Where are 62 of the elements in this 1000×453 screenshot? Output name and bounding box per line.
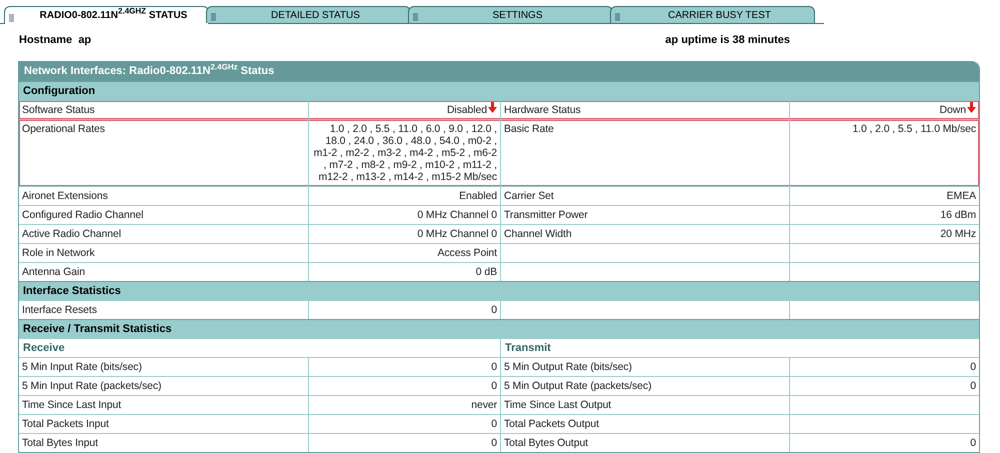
field-label: Transmitter Power [504, 209, 588, 221]
section-header: Receive / Transmit Statistics [19, 319, 979, 338]
grip-icon [615, 13, 620, 21]
hostname-label: Hostname ap [19, 34, 92, 46]
field-value: 0 [491, 437, 497, 449]
field-label: Aironet Extensions [22, 190, 108, 202]
field-value: 16 dBm [940, 209, 976, 221]
grip-icon [9, 14, 14, 22]
grip-icon [211, 13, 216, 21]
field-value: 0 [491, 380, 497, 392]
field-label: Antenna Gain [22, 266, 86, 278]
field-value: 0 [491, 361, 497, 373]
field-label: 5 Min Output Rate (bits/sec) [504, 361, 632, 373]
field-label: Role in Network [22, 247, 95, 259]
field-value: Enabled [459, 190, 497, 202]
field-label: Total Bytes Output [504, 437, 588, 449]
field-value: 1.0 , 2.0 , 5.5 , 11.0 Mb/sec [852, 123, 976, 135]
field-value: 0 [970, 380, 976, 392]
field-value: Access Point [438, 247, 497, 259]
field-value: 0 [491, 418, 497, 430]
tab[interactable]: SETTINGS [408, 6, 613, 23]
field-value: 1.0 , 2.0 , 5.5 , 11.0 , 6.0 , 9.0 , 12.0 , 18.0 , 24.0 , 36.0 , 48.0 , 54.0 , m0-2 , m1-2 , m2-2 , m3-2 , m4-2 , m5-2 , m6-2 , m7-2 , m8-2 , m9-2 , m10-2 , m11-2 , m12-2 , m13-2 , m14-2 , m15-2 Mb/sec [312, 123, 497, 183]
tab[interactable]: CARRIER BUSY TEST [610, 6, 815, 23]
down-arrow-icon [967, 102, 976, 113]
field-label: Total Packets Output [504, 418, 599, 430]
field-label: Channel Width [504, 228, 572, 240]
field-value: 0 [970, 361, 976, 373]
field-label: Operational Rates [22, 123, 105, 135]
field-label: 5 Min Input Rate (bits/sec) [22, 361, 142, 373]
field-label: Total Bytes Input [22, 437, 98, 449]
field-value: 0 [491, 304, 497, 316]
field-label: Software Status [22, 104, 95, 116]
field-label: Basic Rate [504, 123, 554, 135]
down-arrow-icon [488, 102, 497, 113]
field-label: Carrier Set [504, 190, 554, 202]
field-value: never [471, 399, 497, 411]
field-label: Time Since Last Output [504, 399, 612, 411]
field-value: EMEA [946, 190, 976, 202]
field-label: Configured Radio Channel [22, 209, 144, 221]
panel-title: Network Interfaces: Radio0-802.11N$^{2.4GHz}$ Status [19, 61, 979, 81]
section-header: Interface Statistics [19, 281, 979, 300]
column-heading: Receive [22, 341, 66, 356]
field-value: Disabled [446, 104, 487, 116]
tab[interactable]: DETAILED STATUS [206, 6, 411, 23]
field-label: 5 Min Input Rate (packets/sec) [22, 380, 162, 392]
field-label: Hardware Status [504, 104, 581, 116]
field-label: Time Since Last Input [22, 399, 122, 411]
column-heading: Transmit [500, 339, 979, 357]
field-value: 0 MHz Channel 0 [417, 209, 497, 221]
field-label: Total Packets Input [22, 418, 109, 430]
field-label: Active Radio Channel [22, 228, 121, 240]
field-value: 0 dB [476, 266, 497, 278]
grip-icon [413, 13, 418, 21]
field-value: 0 [970, 437, 976, 449]
tab[interactable]: RADIO0-802.11N$^{2.4GHZ}$ STATUS [4, 6, 209, 24]
field-label: 5 Min Output Rate (packets/sec) [504, 380, 652, 392]
field-label: Interface Resets [22, 304, 97, 316]
uptime-text: ap uptime is 38 minutes [665, 34, 790, 46]
field-value: 20 MHz [940, 228, 976, 240]
section-header: Configuration [19, 81, 979, 100]
field-value: Down [940, 104, 966, 116]
field-value: 0 MHz Channel 0 [417, 228, 497, 240]
